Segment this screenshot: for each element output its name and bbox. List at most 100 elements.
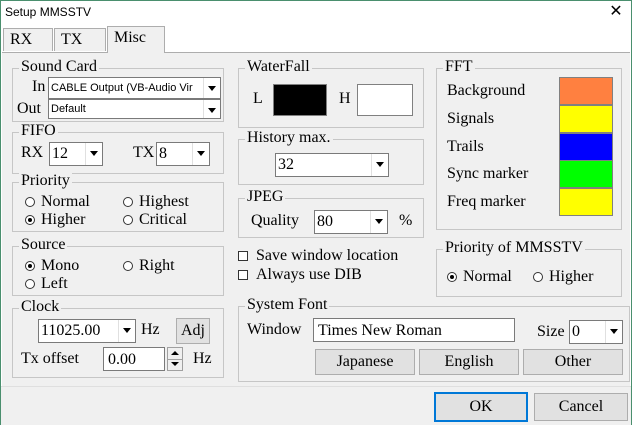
chevron-down-icon[interactable] xyxy=(203,100,220,118)
fifo-tx-label: TX xyxy=(133,144,155,161)
tx-offset-input[interactable]: 0.00 xyxy=(103,347,165,371)
in-device-value: CABLE Output (VB-Audio Vir xyxy=(51,82,193,94)
misc-panel: Sound Card In CABLE Output (VB-Audio Vir… xyxy=(2,52,630,386)
chevron-down-icon[interactable] xyxy=(605,321,622,343)
radio-icon xyxy=(123,261,133,271)
waterfall-l-swatch[interactable] xyxy=(273,84,327,116)
fft-trails-swatch[interactable] xyxy=(559,133,613,161)
fifo-rx-select[interactable]: 12 xyxy=(49,142,103,166)
tab-rx[interactable]: RX xyxy=(3,28,53,51)
close-icon[interactable]: ✕ xyxy=(609,3,623,21)
adj-button-label: Adj xyxy=(181,322,205,339)
fifo-label: FIFO xyxy=(19,122,58,140)
out-device-select[interactable]: Default xyxy=(48,99,221,119)
fft-background-swatch[interactable] xyxy=(559,77,613,105)
chevron-down-icon[interactable] xyxy=(370,211,387,233)
radio-selected-icon xyxy=(447,272,457,282)
chevron-down-icon[interactable] xyxy=(371,154,388,176)
sound-card-label: Sound Card xyxy=(19,58,99,76)
window-title: Setup MMSSTV xyxy=(5,5,92,19)
radio-icon xyxy=(123,197,133,207)
fft-group: FFT Background Signals Trails Sync marke… xyxy=(436,58,622,230)
fft-trails-label: Trails xyxy=(447,138,484,155)
clock-label: Clock xyxy=(19,298,62,316)
priority-higher-label: Higher xyxy=(41,211,86,228)
font-size-value: 0 xyxy=(572,323,580,340)
quality-value: 80 xyxy=(317,213,333,230)
system-font-group: System Font Window Times New Roman Size … xyxy=(238,296,630,382)
radio-icon xyxy=(533,272,543,282)
chevron-down-icon[interactable] xyxy=(171,362,179,366)
japanese-button[interactable]: Japanese xyxy=(315,349,415,375)
fifo-rx-label: RX xyxy=(21,144,44,161)
priority-group: Priority Normal Highest Higher Critical xyxy=(12,172,224,232)
source-right-label: Right xyxy=(139,257,175,274)
quality-select[interactable]: 80 xyxy=(314,210,388,234)
priority-critical-label: Critical xyxy=(139,211,187,228)
tab-tx[interactable]: TX xyxy=(54,28,106,51)
fft-signals-swatch[interactable] xyxy=(559,105,613,133)
tab-tx-label: TX xyxy=(61,31,83,48)
history-select[interactable]: 32 xyxy=(275,153,389,177)
setup-dialog: Setup MMSSTV ✕ RX TX Misc Sound Card In … xyxy=(0,0,632,425)
tx-offset-stepper[interactable] xyxy=(167,347,183,371)
chevron-down-icon[interactable] xyxy=(85,143,102,165)
fifo-rx-value: 12 xyxy=(52,145,68,162)
fft-background-label: Background xyxy=(447,82,526,99)
quality-unit: % xyxy=(399,212,413,229)
clock-unit: Hz xyxy=(141,321,160,338)
font-window-input[interactable]: Times New Roman xyxy=(313,318,515,342)
fft-freq-marker-label: Freq marker xyxy=(447,193,526,210)
chevron-down-icon[interactable] xyxy=(192,143,209,165)
waterfall-label: WaterFall xyxy=(245,58,312,76)
tab-misc[interactable]: Misc xyxy=(107,26,165,53)
fft-freq-marker-swatch[interactable] xyxy=(559,188,613,216)
radio-icon xyxy=(25,197,35,207)
fft-label: FFT xyxy=(443,58,475,76)
fft-sync-marker-label: Sync marker xyxy=(447,165,529,182)
in-label: In xyxy=(32,78,46,95)
fft-signals-label: Signals xyxy=(447,110,495,127)
waterfall-h-swatch[interactable] xyxy=(357,84,413,116)
source-label: Source xyxy=(19,236,68,254)
cancel-button[interactable]: Cancel xyxy=(534,393,628,421)
source-mono-label: Mono xyxy=(41,257,80,274)
tab-rx-label: RX xyxy=(10,31,33,48)
fft-sync-marker-swatch[interactable] xyxy=(559,160,613,188)
out-label: Out xyxy=(17,100,41,117)
radio-selected-icon xyxy=(25,261,35,271)
ok-button[interactable]: OK xyxy=(434,392,528,422)
font-size-select[interactable]: 0 xyxy=(569,320,623,344)
in-device-select[interactable]: CABLE Output (VB-Audio Vir xyxy=(48,77,221,99)
priority-highest-label: Highest xyxy=(139,193,189,210)
other-button[interactable]: Other xyxy=(523,349,623,375)
checkbox-icon xyxy=(238,270,248,280)
chevron-up-icon[interactable] xyxy=(171,351,179,355)
history-value: 32 xyxy=(278,156,294,173)
adj-button[interactable]: Adj xyxy=(176,318,210,344)
fifo-tx-select[interactable]: 8 xyxy=(156,142,210,166)
waterfall-l-label: L xyxy=(253,90,263,107)
chevron-down-icon[interactable] xyxy=(118,320,135,342)
clock-value: 11025.00 xyxy=(41,322,101,339)
source-left-label: Left xyxy=(41,275,68,292)
priority-mmsstv-group: Priority of MMSSTV Normal Higher xyxy=(436,239,622,297)
stepper-divider xyxy=(168,359,182,360)
always-use-dib-label: Always use DIB xyxy=(256,266,362,283)
clock-select[interactable]: 11025.00 xyxy=(38,319,136,343)
fifo-tx-value: 8 xyxy=(159,145,167,162)
save-window-location-label: Save window location xyxy=(256,247,399,264)
waterfall-h-label: H xyxy=(339,90,351,107)
radio-icon xyxy=(25,279,35,289)
other-button-label: Other xyxy=(554,353,592,370)
tab-strip: RX TX Misc xyxy=(1,26,631,53)
english-button[interactable]: English xyxy=(419,349,519,375)
ok-button-label: OK xyxy=(469,398,493,415)
mmsstv-normal-label: Normal xyxy=(463,268,512,285)
mmsstv-higher-label: Higher xyxy=(549,268,594,285)
chevron-down-icon[interactable] xyxy=(203,78,220,98)
tx-offset-unit: Hz xyxy=(193,350,212,367)
priority-mmsstv-label: Priority of MMSSTV xyxy=(443,239,585,257)
title-bar: Setup MMSSTV ✕ xyxy=(1,1,631,25)
tab-misc-label: Misc xyxy=(114,29,146,46)
